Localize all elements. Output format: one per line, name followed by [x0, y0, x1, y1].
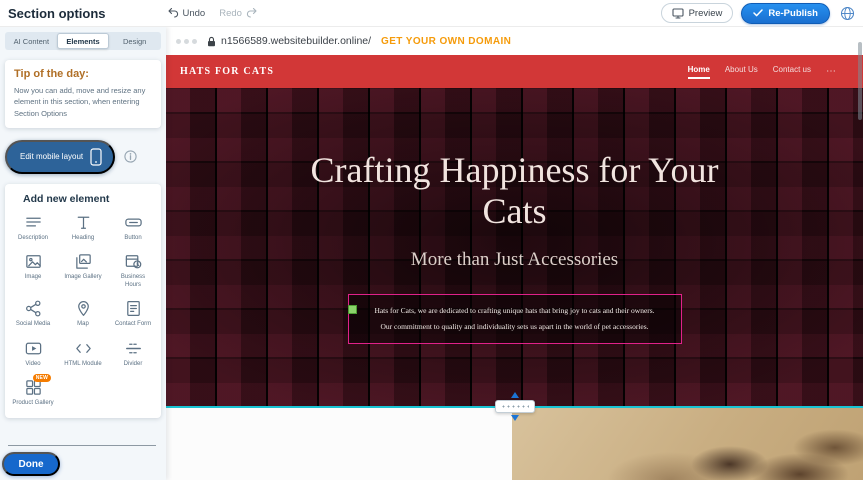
browser-address-bar: n1566589.websitebuilder.online/ GET YOUR…	[166, 27, 863, 55]
hero-content: Crafting Happiness for Your Cats More th…	[166, 88, 863, 344]
new-badge: NEW	[33, 374, 51, 382]
text-lines-icon	[24, 213, 43, 232]
app-window: Section options Undo Redo Preview Re-Pub…	[0, 0, 863, 480]
site-logo[interactable]: HATS FOR CATS	[180, 66, 274, 77]
lock-icon	[207, 36, 216, 47]
sidebar-tabs: AI Content Elements Design	[5, 32, 161, 50]
history-controls: Undo Redo	[168, 8, 257, 19]
hero-section[interactable]: Crafting Happiness for Your Cats More th…	[166, 88, 863, 406]
language-globe-button[interactable]	[840, 6, 855, 21]
element-option-heading[interactable]: Heading	[58, 213, 108, 243]
site-nav: Home About Us Contact us ⋯	[688, 65, 837, 79]
hero-heading[interactable]: Crafting Happiness for Your Cats	[290, 150, 740, 231]
element-option-business-hours[interactable]: Business Hours	[108, 252, 158, 289]
resize-arrow-up-icon	[511, 392, 519, 398]
tip-body: Now you can add, move and resize any ele…	[14, 85, 152, 119]
get-domain-link[interactable]: GET YOUR OWN DOMAIN	[381, 36, 511, 47]
window-dots	[176, 39, 197, 44]
done-button[interactable]: Done	[2, 452, 60, 476]
preview-button[interactable]: Preview	[661, 3, 734, 23]
image-gallery-icon	[74, 252, 93, 271]
nav-contact-us[interactable]: Contact us	[773, 65, 811, 79]
section-options-sidebar: AI Content Elements Design Tip of the da…	[0, 27, 166, 480]
hero-text-element-selected[interactable]: Hats for Cats, we are dedicated to craft…	[348, 294, 682, 344]
heading-icon	[74, 213, 93, 232]
info-icon	[124, 150, 137, 163]
business-hours-icon	[124, 252, 143, 271]
element-option-description[interactable]: Description	[8, 213, 58, 243]
tab-design[interactable]: Design	[109, 33, 160, 49]
undo-icon	[168, 8, 179, 18]
sidebar-divider	[8, 445, 156, 446]
share-icon	[24, 299, 43, 318]
map-pin-icon	[74, 299, 93, 318]
site-preview-canvas: n1566589.websitebuilder.online/ GET YOUR…	[166, 27, 863, 480]
button-icon	[124, 213, 143, 232]
globe-icon	[840, 6, 855, 21]
element-option-map[interactable]: Map	[58, 299, 108, 329]
hero-body-line1: Hats for Cats, we are dedicated to craft…	[355, 303, 675, 319]
edit-mobile-layout-button[interactable]: Edit mobile layout	[5, 140, 115, 174]
divider-icon	[124, 339, 143, 358]
element-option-video[interactable]: Video	[8, 339, 58, 369]
hero-subheading[interactable]: More than Just Accessories	[166, 249, 863, 271]
element-option-image[interactable]: Image	[8, 252, 58, 289]
element-grid: Description Heading Button Image Image G…	[8, 213, 158, 408]
video-icon	[24, 339, 43, 358]
add-new-element-card: Add new element Description Heading Butt…	[5, 184, 161, 418]
element-option-divider[interactable]: Divider	[108, 339, 158, 369]
nav-more-button[interactable]: ⋯	[826, 66, 837, 77]
mobile-layout-row: Edit mobile layout	[5, 140, 161, 174]
undo-button[interactable]: Undo	[168, 8, 206, 19]
site-header[interactable]: HATS FOR CATS Home About Us Contact us ⋯	[166, 55, 863, 88]
element-option-contact-form[interactable]: Contact Form	[108, 299, 158, 329]
element-drag-handle[interactable]	[348, 305, 357, 314]
redo-button[interactable]: Redo	[219, 8, 257, 19]
info-button[interactable]	[124, 150, 137, 163]
next-section[interactable]	[166, 406, 863, 480]
monitor-icon	[672, 8, 684, 19]
tip-of-the-day-card: Tip of the day: Now you can add, move an…	[5, 60, 161, 128]
element-option-image-gallery[interactable]: Image Gallery	[58, 252, 108, 289]
nav-home[interactable]: Home	[688, 65, 710, 79]
tab-ai-content[interactable]: AI Content	[6, 33, 57, 49]
hero-body-line2: Our commitment to quality and individual…	[355, 319, 675, 335]
element-option-product-gallery[interactable]: NEW Product Gallery	[8, 378, 58, 408]
grip-dots-icon	[501, 404, 529, 409]
site-url: n1566589.websitebuilder.online/	[221, 35, 371, 47]
kittens-sand-image[interactable]	[512, 408, 863, 480]
check-icon	[753, 9, 763, 17]
add-element-title: Add new element	[23, 193, 158, 205]
republish-button[interactable]: Re-Publish	[741, 3, 830, 24]
element-option-button[interactable]: Button	[108, 213, 158, 243]
image-icon	[24, 252, 43, 271]
element-option-html-module[interactable]: HTML Module	[58, 339, 108, 369]
section-resize-handle[interactable]	[495, 400, 535, 413]
tip-title: Tip of the day:	[14, 68, 152, 80]
element-option-social-media[interactable]: Social Media	[8, 299, 58, 329]
vertical-scrollbar[interactable]	[858, 42, 862, 120]
page-title: Section options	[8, 6, 106, 21]
tab-elements[interactable]: Elements	[57, 33, 110, 49]
nav-about-us[interactable]: About Us	[725, 65, 758, 79]
resize-arrow-down-icon	[511, 415, 519, 421]
code-icon	[74, 339, 93, 358]
resize-grip	[495, 400, 535, 413]
toolbar-actions: Preview Re-Publish	[661, 3, 855, 24]
top-toolbar: Section options Undo Redo Preview Re-Pub…	[0, 0, 863, 27]
phone-icon	[90, 148, 102, 166]
contact-form-icon	[124, 299, 143, 318]
redo-icon	[246, 8, 257, 18]
